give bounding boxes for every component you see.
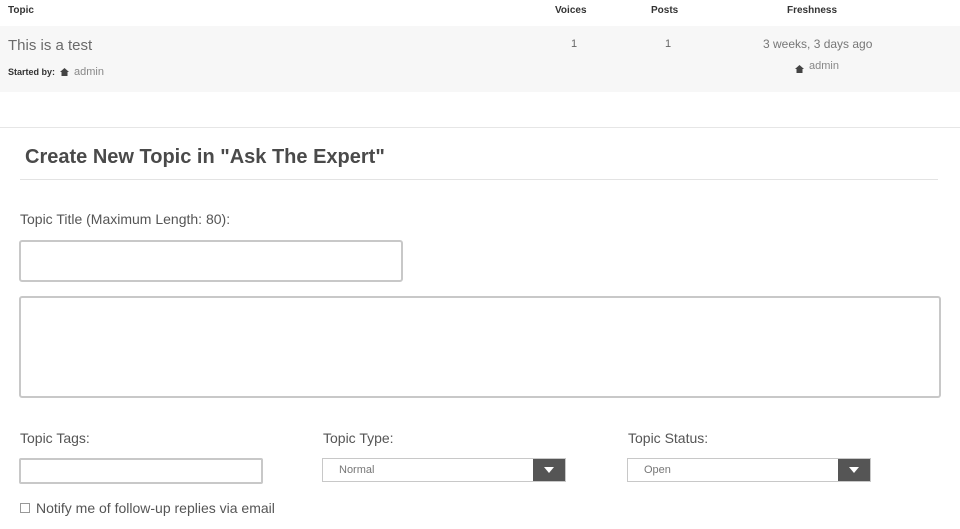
freshness-link[interactable]: 3 weeks, 3 days ago [763,37,872,51]
freshness-author-link[interactable]: admin [809,60,839,72]
notify-checkbox[interactable] [20,503,30,513]
heading-divider [20,179,938,180]
column-header-voices: Voices [555,5,587,16]
topic-content-textarea[interactable] [19,296,941,398]
topics-table: Topic Voices Posts Freshness This is a t… [0,0,960,92]
avatar-icon [794,61,805,73]
notify-label: Notify me of follow-up replies via email [36,500,275,516]
started-by-label: Started by: [8,67,56,77]
topic-title-input[interactable] [19,240,403,282]
voices-count: 1 [571,38,578,50]
notify-option: Notify me of follow-up replies via email [20,500,275,516]
topic-type-select[interactable]: Normal [322,458,566,482]
form-heading: Create New Topic in "Ask The Expert" [25,146,385,168]
topic-type-dropdown-button[interactable] [533,459,565,481]
topic-tags-label: Topic Tags: [20,430,90,446]
avatar-icon [59,67,70,77]
chevron-down-icon [544,467,554,473]
section-divider [0,127,960,128]
topic-title-link[interactable]: This is a test [8,37,92,54]
topic-status-value: Open [644,464,671,476]
topic-status-dropdown-button[interactable] [838,459,870,481]
posts-count: 1 [665,38,672,50]
column-header-topic: Topic [8,5,34,16]
freshness-author: admin [794,60,839,73]
chevron-down-icon [849,467,859,473]
started-by: Started by: admin [8,66,104,78]
author-link[interactable]: admin [74,66,104,78]
topic-title-label: Topic Title (Maximum Length: 80): [20,211,231,227]
column-header-posts: Posts [651,5,679,16]
table-row: This is a test Started by: admin 1 1 3 w… [0,26,960,92]
topic-tags-input[interactable] [19,458,263,484]
topic-status-label: Topic Status: [628,430,709,446]
topic-status-select[interactable]: Open [627,458,871,482]
topic-type-label: Topic Type: [323,430,394,446]
topic-type-value: Normal [339,464,375,476]
column-header-freshness: Freshness [787,5,838,16]
